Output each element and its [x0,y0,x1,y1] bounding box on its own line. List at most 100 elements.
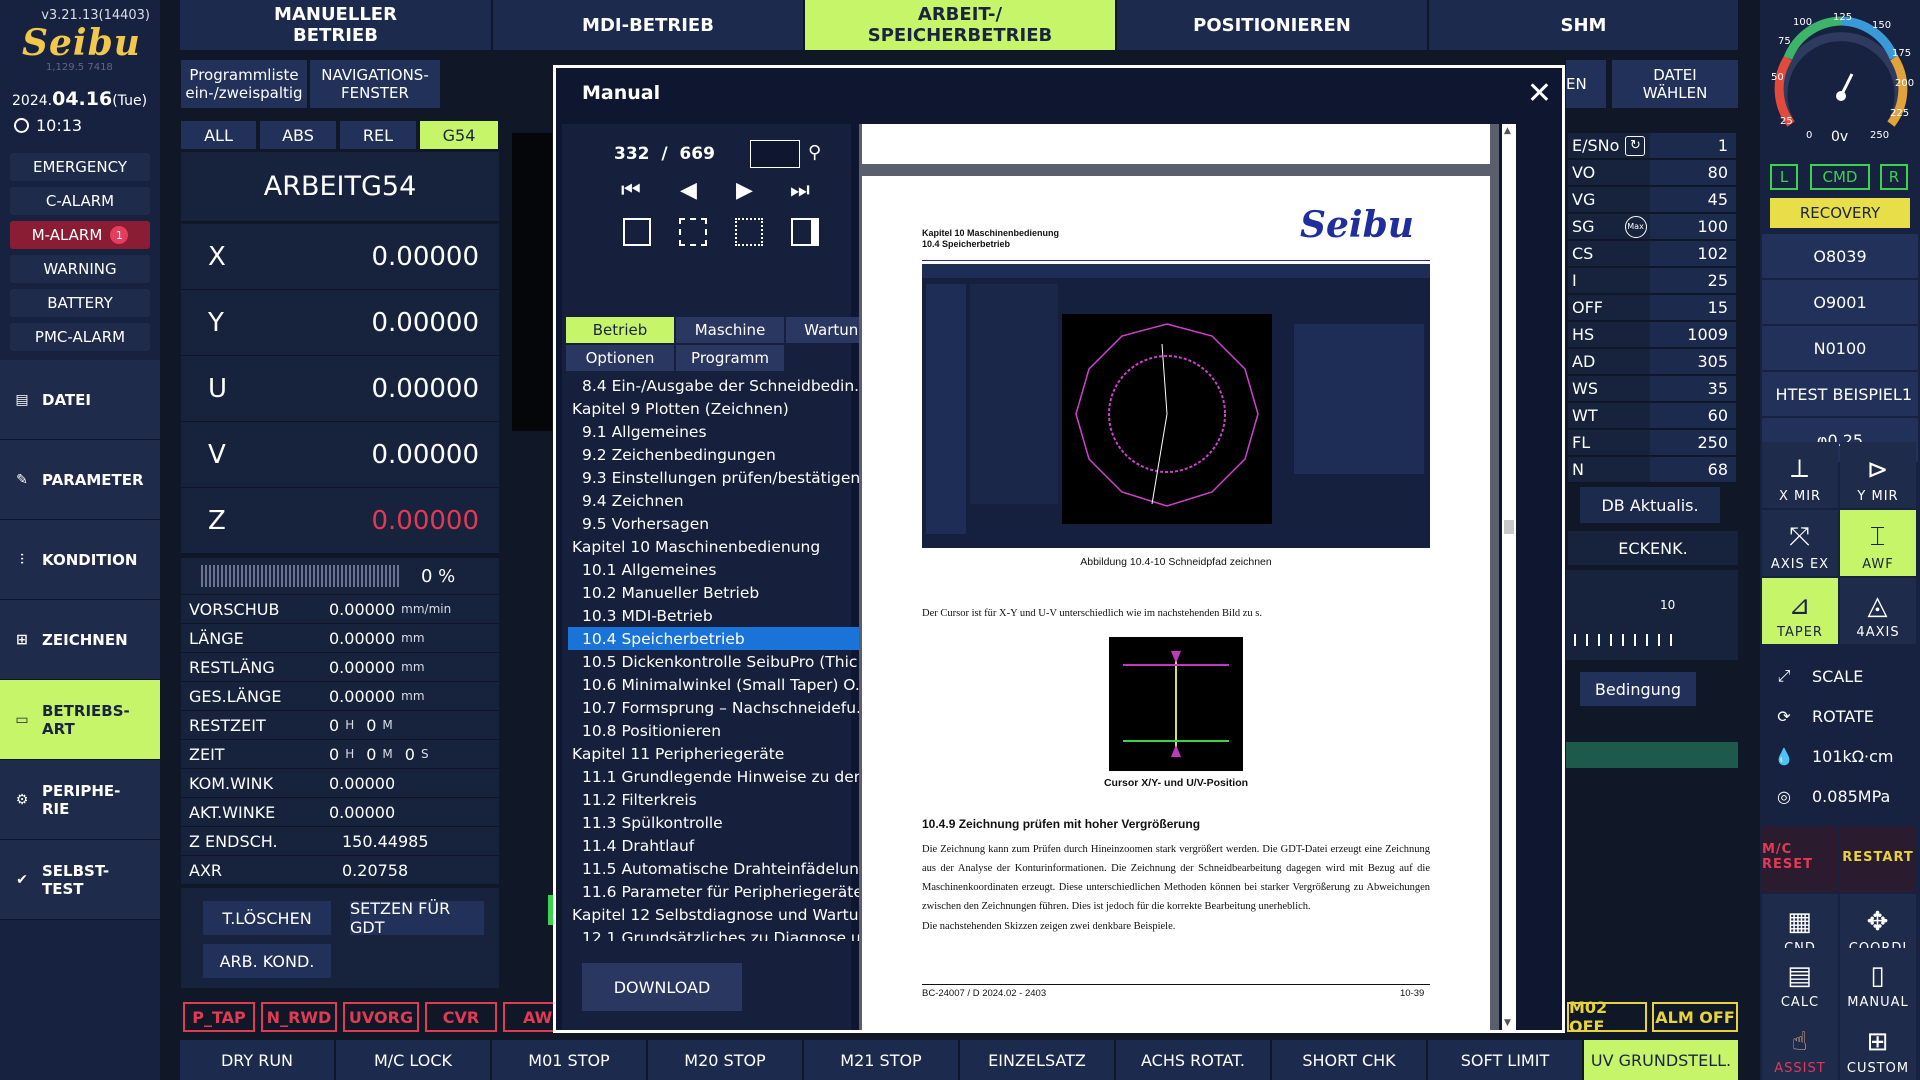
tag-alm-off[interactable]: ALM OFF [1652,1002,1738,1032]
menu-selbsttest[interactable]: ✔ SELBST- TEST [0,840,160,920]
l-button[interactable]: L [1770,164,1798,190]
coord-tab-all[interactable]: ALL [181,121,256,149]
alarm-pmc[interactable]: PMC-ALARM [10,323,150,351]
dry-run-button[interactable]: DRY RUN [180,1040,335,1080]
param-value[interactable]: 60 [1650,403,1736,428]
cat-tab-optionen[interactable]: Optionen [566,345,674,371]
custom-button[interactable]: ⊞ CUSTOM [1840,1014,1916,1080]
m20-stop-button[interactable]: M20 STOP [648,1040,803,1080]
prev-page-icon[interactable]: ◀ [680,178,697,203]
coord-tab-g54[interactable]: G54 [420,121,498,149]
db-aktualis-button[interactable]: DB Aktualis. [1580,487,1720,523]
tab-positionieren[interactable]: POSITIONIEREN [1117,0,1428,50]
program-o8039[interactable]: O8039 [1762,234,1918,278]
param-value[interactable]: 25 [1650,268,1736,293]
max-icon[interactable]: Max [1624,215,1647,238]
toc-item[interactable]: 10.2 Manueller Betrieb [568,581,864,604]
next-page-icon[interactable]: ▶ [736,178,753,203]
menu-peripherie[interactable]: ⚙ PERIPHE- RIE [0,760,160,840]
m01-stop-button[interactable]: M01 STOP [492,1040,647,1080]
toc-item[interactable]: 11.6 Parameter für Peripheriegeräte [568,880,864,903]
toc-item[interactable]: 9.3 Einstellungen prüfen/bestätigen [568,466,864,489]
axis-ex-button[interactable]: ⤧ AXIS EX [1762,510,1838,576]
toc-item[interactable]: 9.5 Vorhersagen [568,512,864,535]
x-mir-button[interactable]: ⟂ X MIR [1762,442,1838,508]
menu-zeichnen[interactable]: ⊞ ZEICHNEN [0,600,160,680]
alarm-warning[interactable]: WARNING [10,255,150,283]
first-page-icon[interactable]: ⏮ [621,178,641,203]
menu-parameter[interactable]: ✎ PARAMETER [0,440,160,520]
4axis-button[interactable]: ◬ 4AXIS [1840,578,1916,644]
param-value[interactable]: 305 [1650,349,1736,374]
two-page-icon[interactable] [791,218,819,246]
toc-item[interactable]: 9.1 Allgemeines [568,420,864,443]
fit-width-icon[interactable] [679,218,707,246]
short-chk-button[interactable]: SHORT CHK [1272,1040,1427,1080]
achs-rotat-button[interactable]: ACHS ROTAT. [1116,1040,1271,1080]
cat-tab-betrieb[interactable]: Betrieb [566,317,674,343]
m21-stop-button[interactable]: M21 STOP [804,1040,959,1080]
hidden-button-partial[interactable]: EN [1566,60,1606,108]
toc-item[interactable]: 8.4 Ein-/Ausgabe der Schneidbedin... [568,374,864,397]
pdf-scroll-down-icon[interactable]: ▼ [1504,1018,1511,1028]
bedingung-button[interactable]: Bedingung [1580,672,1696,706]
awf-button[interactable]: ⌶ AWF [1840,510,1916,576]
cmd-button[interactable]: CMD [1810,164,1870,190]
coord-tab-abs[interactable]: ABS [260,121,336,149]
alarm-m[interactable]: M-ALARM 1 [10,221,150,249]
pdf-viewer[interactable]: Kapitel 10 Maschinenbedienung 10.4 Speich… [859,124,1499,1030]
toc-item[interactable]: 11.3 Spülkontrolle [568,811,864,834]
toc-item[interactable]: 11.5 Automatische Drahteinfädelun... [568,857,864,880]
toc-item[interactable]: Kapitel 12 Selbstdiagnose und Wartung [568,903,864,926]
toc-item[interactable]: 10.6 Minimalwinkel (Small Taper) O... [568,673,864,696]
mc-lock-button[interactable]: M/C LOCK [336,1040,491,1080]
param-value[interactable]: 1009 [1650,322,1736,347]
pdf-scroll-thumb[interactable] [1504,520,1514,534]
alarm-battery[interactable]: BATTERY [10,289,150,317]
restart-button[interactable]: RESTART [1840,826,1916,892]
einzelsatz-button[interactable]: EINZELSATZ [960,1040,1115,1080]
param-value[interactable]: 68 [1650,457,1736,482]
param-value[interactable]: 250 [1650,430,1736,455]
soft-limit-button[interactable]: SOFT LIMIT [1428,1040,1583,1080]
datei-waehlen-button[interactable]: DATEI WÄHLEN [1612,60,1738,108]
last-page-icon[interactable]: ⏭ [790,178,810,203]
t-loeschen-button[interactable]: T.LÖSCHEN [203,901,331,935]
assist-button[interactable]: ☝ ASSIST [1762,1014,1838,1080]
param-value[interactable]: 1 [1650,133,1736,158]
tab-mdi-betrieb[interactable]: MDI-BETRIEB [493,0,804,50]
cat-tab-programm[interactable]: Programm [676,345,784,371]
param-value[interactable]: 35 [1650,376,1736,401]
fit-page-icon[interactable] [623,218,651,246]
fullscreen-icon[interactable] [735,218,763,246]
manual-button[interactable]: ▯ MANUAL [1840,948,1916,1014]
mc-reset-button[interactable]: M/C RESET [1762,826,1838,892]
coord-tab-rel[interactable]: REL [340,121,416,149]
toc-item[interactable]: Kapitel 11 Peripheriegeräte [568,742,864,765]
toc-item[interactable]: 10.5 Dickenkontrolle SeibuPro (Thic... [568,650,864,673]
refresh-icon[interactable]: ↻ [1625,135,1646,156]
tag-aw[interactable]: AW [503,1002,553,1032]
close-icon[interactable]: ✕ [1527,76,1552,111]
pdf-scroll-up-icon[interactable]: ▲ [1504,126,1511,136]
pin-icon[interactable]: ⚲ [808,142,821,163]
tab-shm[interactable]: SHM [1429,0,1739,50]
menu-betriebsart[interactable]: ▭ BETRIEBS- ART [0,680,160,760]
taper-button[interactable]: ⊿ TAPER [1762,578,1838,644]
toc-item[interactable]: 11.2 Filterkreis [568,788,864,811]
calc-button[interactable]: ▤ CALC [1762,948,1838,1014]
arb-kond-button[interactable]: ARB. KOND. [203,944,331,978]
toc-item[interactable]: 9.4 Zeichnen [568,489,864,512]
tag-cvr[interactable]: CVR [425,1002,497,1032]
r-button[interactable]: R [1880,164,1908,190]
tab-manueller-betrieb[interactable]: MANUELLER BETRIEB [180,0,492,50]
pdf-scrollbar[interactable]: ▲ ▼ [1502,124,1516,1030]
uv-grundstell-button[interactable]: UV GRUNDSTELL. [1584,1040,1739,1080]
recovery-button[interactable]: RECOVERY [1770,198,1910,228]
tag-n-rwd[interactable]: N_RWD [261,1002,337,1032]
sequence-n0100[interactable]: N0100 [1762,326,1918,370]
tab-arbeit-speicherbetrieb[interactable]: ARBEIT-/SPEICHERBETRIEB [805,0,1116,50]
toc-item[interactable]: 10.8 Positionieren [568,719,864,742]
navigation-window-button[interactable]: NAVIGATIONS- FENSTER [310,60,440,108]
toc-item[interactable]: Kapitel 10 Maschinenbedienung [568,535,864,558]
